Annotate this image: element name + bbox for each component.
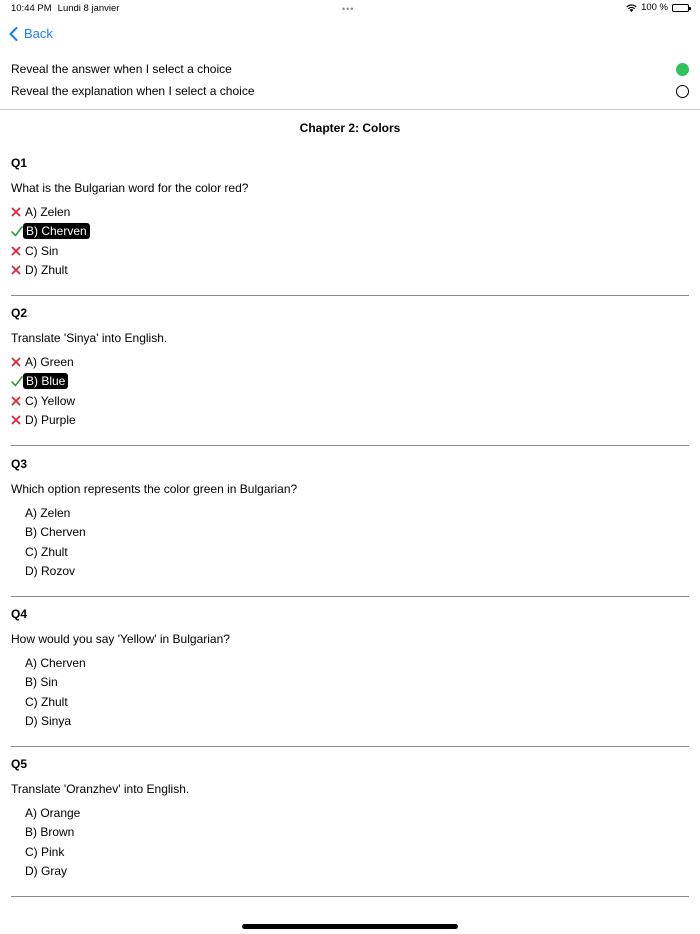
choice-label: D) Sinya bbox=[25, 714, 72, 729]
question-block: Q4 How would you say 'Yellow' in Bulgaria… bbox=[11, 607, 689, 747]
question-divider bbox=[11, 445, 689, 446]
answer-choice[interactable]: A) Orange bbox=[11, 803, 83, 823]
choice-label: C) Sin bbox=[25, 243, 59, 258]
choice-label: A) Zelen bbox=[25, 505, 71, 520]
back-button[interactable]: Back bbox=[9, 26, 53, 41]
answer-choice[interactable]: D) Gray bbox=[11, 862, 83, 882]
status-bar: 10:44 PM Lundi 8 janvier ••• 100 % bbox=[0, 0, 700, 18]
question-block: Q3 Which option represents the color gree… bbox=[11, 457, 689, 597]
choice-list: A) Zelen B) Cherven C) Sin D) Zhult bbox=[11, 202, 90, 280]
question-block: Q2 Translate 'Sinya' into English. A) Gree… bbox=[11, 306, 689, 446]
choice-list: A) Cherven B) Sin C) Zhult D) Sinya bbox=[11, 653, 89, 731]
question-divider bbox=[11, 896, 689, 897]
answer-choice[interactable]: C) Pink bbox=[11, 842, 83, 862]
choice-list: A) Zelen B) Cherven C) Zhult D) Rozov bbox=[11, 503, 89, 581]
answer-choice[interactable]: D) Zhult bbox=[11, 261, 90, 281]
question-text: Which option represents the color green … bbox=[11, 482, 298, 496]
choice-label: D) Purple bbox=[25, 413, 76, 428]
battery-percent: 100 % bbox=[641, 2, 668, 13]
question-number: Q1 bbox=[11, 156, 28, 170]
choice-label: B) Blue bbox=[23, 373, 69, 390]
choice-label: B) Cherven bbox=[23, 223, 90, 240]
answer-choice[interactable]: D) Rozov bbox=[11, 562, 89, 582]
answer-choice[interactable]: A) Zelen bbox=[11, 202, 90, 222]
choice-label: C) Pink bbox=[25, 844, 65, 859]
battery-icon bbox=[672, 3, 691, 12]
choice-list: A) Green B) Blue C) Yellow D) Purple bbox=[11, 352, 79, 430]
setting-reveal-explanation: Reveal the explanation when I select a c… bbox=[11, 81, 691, 101]
choice-label: C) Yellow bbox=[25, 393, 76, 408]
choice-label: A) Cherven bbox=[25, 655, 86, 670]
answer-choice[interactable]: C) Sin bbox=[11, 241, 90, 261]
question-block: Q5 Translate 'Oranzhev' into English. A) O… bbox=[11, 757, 689, 897]
status-right: 100 % bbox=[626, 2, 691, 13]
choice-label: A) Zelen bbox=[25, 204, 71, 219]
multitasking-dots-icon[interactable]: ••• bbox=[342, 4, 354, 14]
question-text: Translate 'Oranzhev' into English. bbox=[11, 782, 190, 796]
question-number: Q5 bbox=[11, 757, 28, 771]
back-label: Back bbox=[24, 26, 53, 41]
question-block: Q1 What is the Bulgarian word for the col… bbox=[11, 156, 689, 296]
question-number: Q3 bbox=[11, 457, 28, 471]
answer-choice[interactable]: B) Sin bbox=[11, 673, 89, 693]
choice-label: D) Zhult bbox=[25, 263, 68, 278]
checkmark-icon bbox=[11, 375, 23, 387]
choice-label: D) Rozov bbox=[25, 564, 76, 579]
chevron-left-icon bbox=[9, 26, 18, 41]
setting-label: Reveal the explanation when I select a c… bbox=[11, 84, 255, 98]
answer-choice[interactable]: B) Cherven bbox=[11, 222, 90, 242]
choice-list: A) Orange B) Brown C) Pink D) Gray bbox=[11, 803, 83, 881]
cross-icon bbox=[11, 415, 21, 425]
reveal-answer-toggle[interactable] bbox=[676, 62, 689, 76]
answer-choice[interactable]: C) Yellow bbox=[11, 391, 79, 411]
question-divider bbox=[11, 295, 689, 296]
choice-label: B) Sin bbox=[25, 675, 58, 690]
cross-icon bbox=[11, 357, 21, 367]
cross-icon bbox=[11, 265, 21, 275]
answer-choice[interactable]: C) Zhult bbox=[11, 692, 89, 712]
status-time: 10:44 PM Lundi 8 janvier bbox=[11, 3, 120, 14]
question-number: Q4 bbox=[11, 607, 28, 621]
cross-icon bbox=[11, 396, 21, 406]
choice-label: C) Zhult bbox=[25, 544, 68, 559]
cross-icon bbox=[11, 246, 21, 256]
answer-choice[interactable]: D) Sinya bbox=[11, 712, 89, 732]
chapter-title: Chapter 2: Colors bbox=[299, 121, 401, 135]
answer-choice[interactable]: D) Purple bbox=[11, 411, 79, 431]
home-indicator[interactable] bbox=[242, 924, 458, 929]
answer-choice[interactable]: A) Zelen bbox=[11, 503, 89, 523]
question-text: How would you say 'Yellow' in Bulgarian? bbox=[11, 632, 230, 646]
setting-label: Reveal the answer when I select a choice bbox=[11, 62, 232, 76]
question-number: Q2 bbox=[11, 306, 28, 320]
answer-choice[interactable]: B) Brown bbox=[11, 823, 83, 843]
answer-choice[interactable]: A) Cherven bbox=[11, 653, 89, 673]
choice-label: C) Zhult bbox=[25, 694, 68, 709]
question-divider bbox=[11, 596, 689, 597]
question-divider bbox=[11, 746, 689, 747]
choice-label: D) Gray bbox=[25, 864, 67, 879]
answer-choice[interactable]: A) Green bbox=[11, 352, 79, 372]
answer-choice[interactable]: C) Zhult bbox=[11, 542, 89, 562]
setting-reveal-answer: Reveal the answer when I select a choice bbox=[11, 59, 691, 79]
cross-icon bbox=[11, 207, 21, 217]
status-date: Lundi 8 janvier bbox=[57, 3, 120, 14]
choice-label: A) Orange bbox=[25, 805, 81, 820]
answer-choice[interactable]: B) Cherven bbox=[11, 523, 89, 543]
choice-label: B) Brown bbox=[25, 825, 75, 840]
choice-label: A) Green bbox=[25, 354, 74, 369]
reveal-explanation-toggle[interactable] bbox=[676, 84, 689, 98]
wifi-icon bbox=[626, 3, 637, 12]
checkmark-icon bbox=[11, 225, 23, 237]
question-text: Translate 'Sinya' into English. bbox=[11, 331, 168, 345]
divider bbox=[0, 109, 700, 110]
question-text: What is the Bulgarian word for the color… bbox=[11, 181, 249, 195]
choice-label: B) Cherven bbox=[25, 525, 86, 540]
answer-choice[interactable]: B) Blue bbox=[11, 372, 79, 392]
